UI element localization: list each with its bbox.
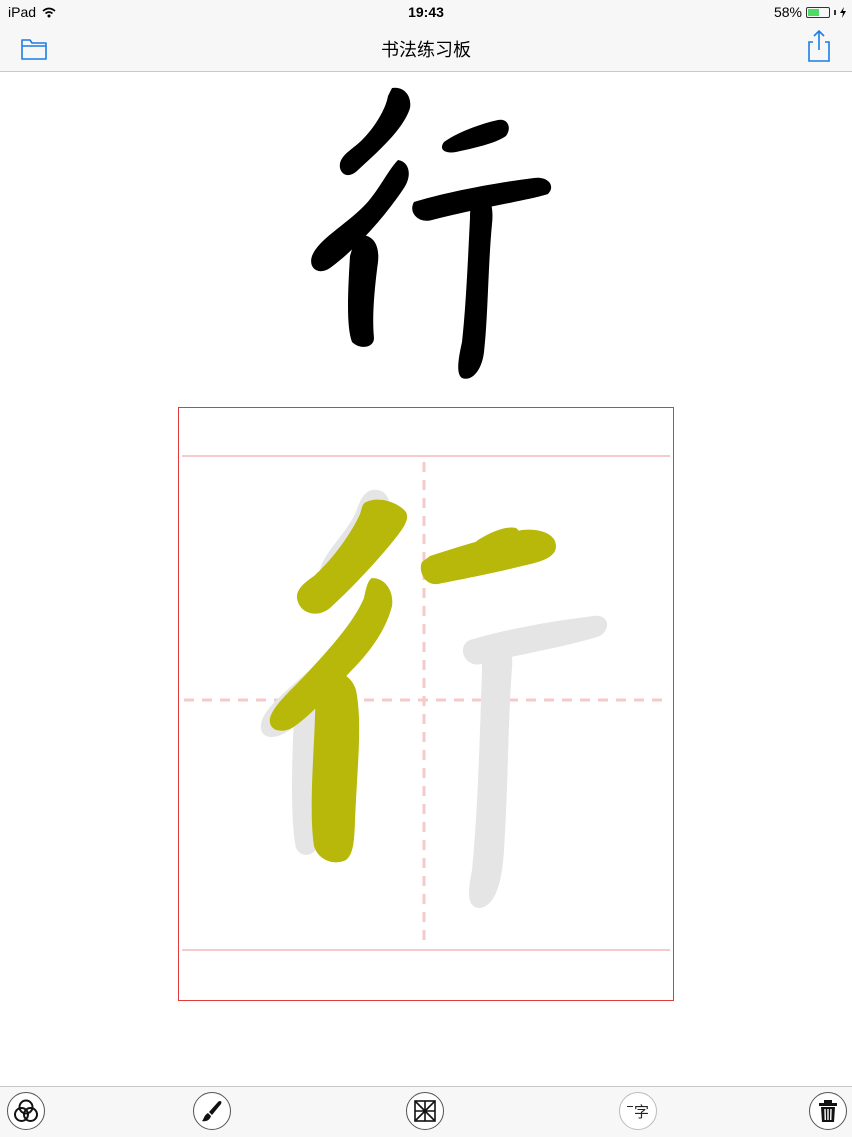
grid-button[interactable]	[406, 1092, 444, 1130]
brush-icon	[199, 1098, 225, 1124]
battery-percent: 58%	[774, 4, 802, 20]
rings-icon	[13, 1098, 39, 1124]
battery-tip	[834, 10, 836, 15]
guide-lines	[182, 456, 670, 950]
brush-button[interactable]	[193, 1092, 231, 1130]
page-title: 书法练习板	[0, 36, 852, 62]
color-button[interactable]	[7, 1092, 45, 1130]
battery-icon	[806, 7, 830, 18]
practice-drawing	[179, 408, 673, 1000]
status-right: 58%	[774, 4, 846, 20]
practice-canvas[interactable]	[178, 407, 674, 1001]
character-icon: 字	[627, 1101, 649, 1122]
reference-character	[290, 80, 570, 390]
grid-icon	[413, 1099, 437, 1123]
delete-button[interactable]	[809, 1092, 847, 1130]
character-button[interactable]: 字	[619, 1092, 657, 1130]
status-bar: iPad 19:43 58%	[0, 0, 852, 24]
share-icon	[803, 28, 835, 64]
status-time: 19:43	[0, 4, 852, 20]
character-label: 字	[634, 1101, 649, 1122]
share-button[interactable]	[803, 28, 835, 60]
battery-fill	[808, 9, 819, 16]
nav-bar: 书法练习板	[0, 24, 852, 72]
character-dash	[627, 1106, 633, 1107]
charging-icon	[840, 7, 846, 18]
traced-strokes	[270, 500, 556, 863]
bottom-toolbar: 字	[0, 1086, 852, 1137]
trash-icon	[818, 1099, 838, 1123]
